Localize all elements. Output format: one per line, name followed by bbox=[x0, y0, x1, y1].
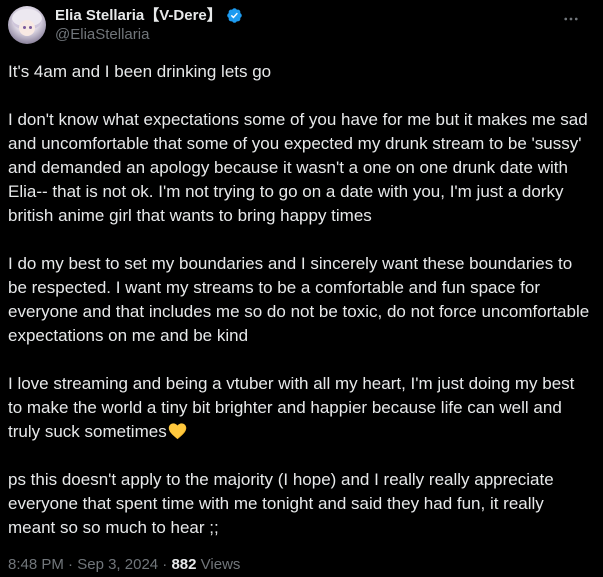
tweet-header: Elia Stellaria【V-Dere】 @EliaStellaria bbox=[8, 5, 583, 45]
tweet-card: Elia Stellaria【V-Dere】 @EliaStellaria It… bbox=[0, 0, 603, 577]
more-options-button[interactable] bbox=[559, 7, 583, 31]
tweet-paragraph: ps this doesn't apply to the majority (I… bbox=[8, 470, 554, 537]
tweet-date[interactable]: Sep 3, 2024 bbox=[77, 556, 158, 573]
tweet-text: It's 4am and I been drinking lets go I d… bbox=[8, 60, 593, 564]
author-display-name[interactable]: Elia Stellaria【V-Dere】 bbox=[55, 6, 222, 25]
meta-separator: · bbox=[63, 556, 78, 573]
avatar-eye bbox=[23, 26, 26, 29]
author-info: Elia Stellaria【V-Dere】 @EliaStellaria bbox=[55, 6, 243, 44]
meta-separator: · bbox=[158, 556, 172, 573]
yellow-heart-icon bbox=[168, 422, 187, 440]
tweet-meta: 8:48 PM · Sep 3, 2024 · 882 Views bbox=[8, 555, 240, 575]
views-count[interactable]: 882 bbox=[171, 556, 196, 573]
avatar-face bbox=[19, 20, 35, 36]
tweet-paragraph: I do my best to set my boundaries and I … bbox=[8, 254, 590, 345]
tweet-paragraph-text: I love streaming and being a vtuber with… bbox=[8, 374, 575, 441]
tweet-paragraph: I love streaming and being a vtuber with… bbox=[8, 372, 593, 444]
avatar[interactable] bbox=[8, 6, 46, 44]
verified-badge-icon[interactable] bbox=[226, 7, 243, 24]
author-handle[interactable]: @EliaStellaria bbox=[55, 25, 243, 44]
tweet-paragraph: It's 4am and I been drinking lets go bbox=[8, 62, 272, 81]
views-label: Views bbox=[196, 556, 241, 573]
tweet-time[interactable]: 8:48 PM bbox=[8, 556, 64, 573]
tweet-paragraph: I don't know what expectations some of y… bbox=[8, 110, 588, 225]
more-dots-icon bbox=[564, 17, 578, 21]
avatar-eye bbox=[29, 26, 32, 29]
author-name-row: Elia Stellaria【V-Dere】 bbox=[55, 6, 243, 25]
